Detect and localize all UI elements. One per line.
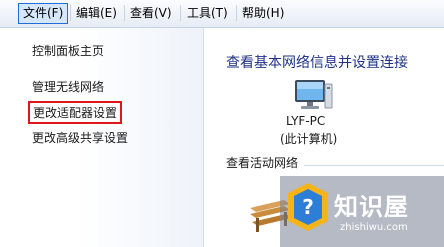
menu-separator [124, 5, 125, 21]
menu-edit[interactable]: 编辑(E) [72, 4, 121, 23]
menu-view[interactable]: 查看(V) [126, 4, 176, 23]
menu-bar: 文件(F) 编辑(E) 查看(V) 工具(T) 帮助(H) [0, 0, 444, 28]
sidebar: 控制面板主页 管理无线网络 更改适配器设置 更改高级共享设置 [0, 28, 203, 247]
menu-help[interactable]: 帮助(H) [238, 4, 288, 23]
sidebar-item-control-panel-home[interactable]: 控制面板主页 [32, 42, 104, 59]
active-networks-label: 查看活动网络 [226, 156, 299, 170]
watermark-url: zhishiwu.com [340, 222, 408, 233]
menu-separator [70, 5, 71, 21]
watermark-logo-icon: ? [288, 183, 328, 231]
menu-separator [236, 5, 237, 21]
sidebar-item-manage-wireless[interactable]: 管理无线网络 [32, 78, 104, 95]
sidebar-item-advanced-sharing[interactable]: 更改高级共享设置 [32, 129, 128, 146]
watermark-title: 知识屋 [334, 193, 409, 221]
menu-separator [180, 5, 181, 21]
menu-tools[interactable]: 工具(T) [183, 4, 232, 23]
computer-subtitle: (此计算机) [280, 132, 338, 146]
section-divider [304, 165, 444, 166]
computer-name: LYF-PC [286, 114, 326, 128]
sidebar-item-change-adapter-settings[interactable]: 更改适配器设置 [28, 101, 123, 124]
page-title: 查看基本网络信息并设置连接 [226, 55, 408, 71]
svg-text:?: ? [302, 195, 314, 219]
computer-icon[interactable] [292, 74, 334, 116]
menu-file[interactable]: 文件(F) [18, 3, 69, 24]
